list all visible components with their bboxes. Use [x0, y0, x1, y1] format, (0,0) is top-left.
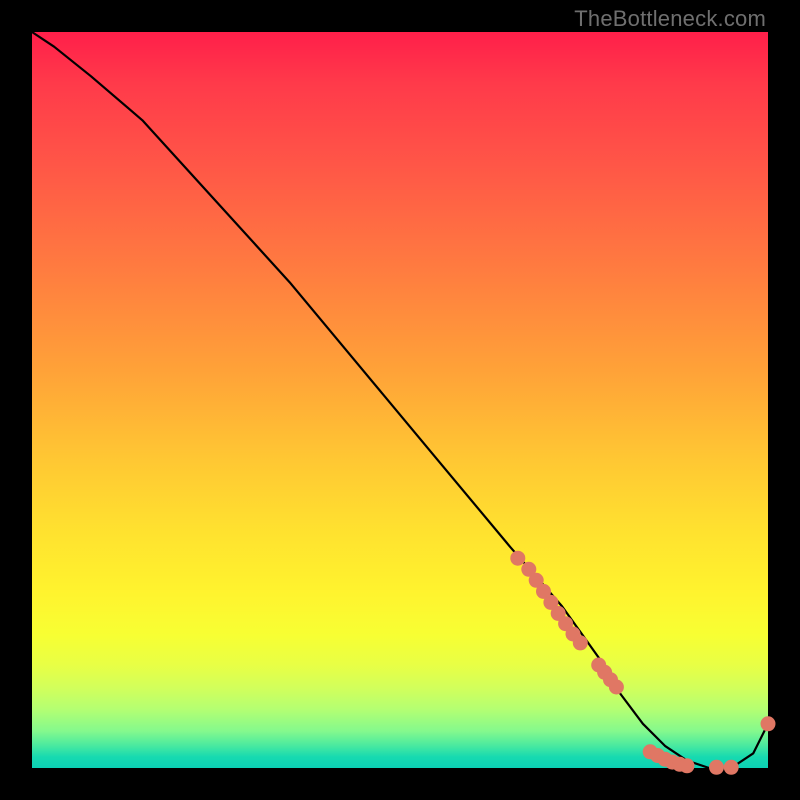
marker-point [573, 635, 588, 650]
marker-point [680, 758, 695, 773]
marker-point [709, 760, 724, 775]
chart-svg [32, 32, 768, 768]
marker-point [609, 680, 624, 695]
marker-point [510, 551, 525, 566]
marker-point [761, 716, 776, 731]
plot-area [32, 32, 768, 768]
chart-stage: TheBottleneck.com [0, 0, 800, 800]
highlighted-points [510, 551, 775, 775]
marker-point [724, 760, 739, 775]
bottleneck-curve [32, 32, 768, 768]
watermark-label: TheBottleneck.com [574, 6, 766, 32]
